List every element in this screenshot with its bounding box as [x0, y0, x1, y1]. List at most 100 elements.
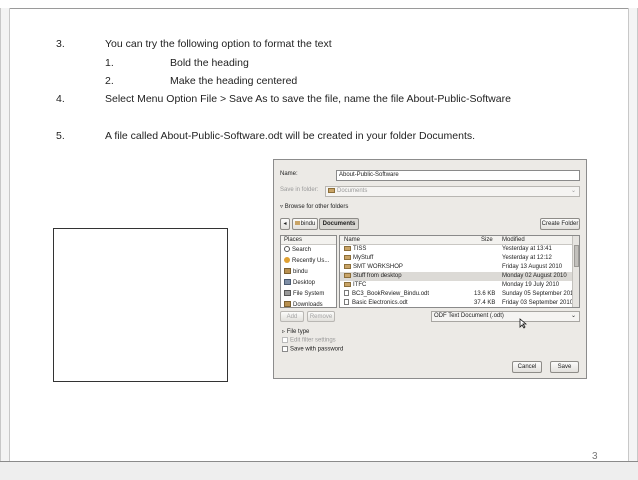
place-label: Downloads	[293, 302, 323, 308]
top-rule	[0, 8, 638, 9]
file-modified: Yesterday at 13:41	[502, 246, 552, 252]
save-dialog: Name: About-Public-Software Save in fold…	[273, 159, 587, 379]
edit-filter-label: Edit filter settings	[290, 337, 336, 344]
place-item-filesystem[interactable]: File System	[281, 289, 336, 300]
item-number: 3.	[56, 38, 65, 50]
browse-expander[interactable]: ▿ Browse for other folders	[280, 203, 348, 210]
folder-icon	[344, 254, 351, 260]
save-in-label: Save in folder:	[280, 187, 319, 193]
home-folder-icon	[284, 268, 291, 275]
chevron-down-icon: ⌄	[570, 313, 576, 319]
name-label: Name:	[280, 171, 298, 177]
expander-open-icon: ▿	[280, 204, 284, 210]
file-name: TISS	[353, 246, 367, 252]
create-folder-button[interactable]: Create Folder	[540, 218, 580, 230]
blank-placeholder-box	[53, 228, 228, 382]
path-back-button[interactable]: ◂	[280, 218, 290, 230]
folder-icon	[344, 263, 351, 269]
folder-icon	[344, 272, 351, 278]
file-name: MyStuff	[353, 255, 374, 261]
item-text: Select Menu Option File > Save As to sav…	[105, 93, 511, 105]
subitem-text: Bold the heading	[170, 57, 249, 69]
column-size[interactable]: Size	[481, 236, 493, 245]
place-item-recent[interactable]: Recently Us...	[281, 256, 336, 267]
column-modified[interactable]: Modified	[502, 236, 525, 245]
save-password-label: Save with password	[290, 346, 344, 353]
place-label: bindu	[293, 269, 308, 275]
folder-icon	[344, 245, 351, 251]
save-in-value: Documents	[337, 188, 368, 194]
name-input[interactable]: About-Public-Software	[336, 170, 580, 181]
path-crumb-bindu[interactable]: bindu	[292, 218, 318, 230]
drive-icon	[284, 290, 291, 297]
add-place-button[interactable]: Add	[280, 311, 304, 322]
file-list: Name Size Modified TISS Yesterday at 13:4…	[339, 235, 580, 308]
filter-value: ODF Text Document (.odt)	[434, 313, 504, 319]
file-modified: Sunday 05 September 2010	[502, 291, 577, 297]
place-label: Desktop	[293, 280, 316, 286]
left-scroll-bar	[0, 8, 10, 467]
file-modified: Friday 03 September 2010	[502, 300, 574, 306]
file-name: ITFC	[353, 282, 367, 288]
file-row[interactable]: ITFC Monday 19 July 2010	[340, 281, 573, 290]
place-item-home[interactable]: bindu	[281, 267, 336, 278]
desktop-icon	[284, 279, 291, 286]
scrollbar-thumb[interactable]	[574, 245, 579, 267]
crumb-label: bindu	[300, 221, 316, 227]
file-row[interactable]: BC3_BookReview_Bindu.odt 13.6 KB Sunday 05…	[340, 290, 577, 299]
save-button[interactable]: Save	[550, 361, 579, 373]
item-text: A file called About-Public-Software.odt …	[105, 130, 476, 142]
right-scroll-bar	[628, 8, 638, 467]
filter-combo[interactable]: ODF Text Document (.odt) ⌄	[431, 311, 580, 322]
item-number: 5.	[56, 130, 65, 142]
place-item-desktop[interactable]: Desktop	[281, 278, 336, 289]
cancel-button[interactable]: Cancel	[512, 361, 542, 373]
place-label: File System	[293, 291, 325, 297]
checkbox-icon	[282, 337, 288, 343]
column-name[interactable]: Name	[344, 236, 360, 245]
document-icon	[344, 290, 349, 297]
mouse-cursor-icon	[519, 318, 527, 329]
file-row[interactable]: TISS Yesterday at 13:41	[340, 245, 573, 254]
file-modified: Friday 13 August 2010	[502, 264, 563, 270]
place-item-downloads[interactable]: Downloads	[281, 300, 336, 311]
file-row[interactable]: MyStuff Yesterday at 12:12	[340, 254, 573, 263]
file-name: BC3_BookReview_Bindu.odt	[352, 291, 430, 297]
file-type-label: File type	[286, 329, 310, 335]
footer-band	[0, 461, 638, 480]
places-panel: Places Search Recently Us... bindu Deskt…	[280, 235, 337, 308]
file-modified: Monday 02 August 2010	[502, 273, 567, 279]
search-icon	[284, 246, 290, 253]
file-list-scrollbar[interactable]	[572, 236, 579, 307]
item-text: You can try the following option to form…	[105, 38, 332, 50]
file-row[interactable]: Stuff from desktop Monday 02 August 2010	[340, 272, 573, 281]
folder-icon	[328, 187, 335, 193]
folder-icon	[344, 281, 351, 287]
file-row[interactable]: Basic Electronics.odt 37.4 KB Friday 03 Se…	[340, 299, 573, 308]
document-icon	[344, 299, 349, 306]
places-header[interactable]: Places	[281, 236, 336, 245]
file-list-header: Name Size Modified	[340, 236, 573, 245]
place-label: Recently Us...	[292, 258, 330, 264]
file-name: Stuff from desktop	[353, 273, 402, 279]
file-size: 37.4 KB	[474, 300, 496, 306]
place-label: Search	[292, 247, 312, 253]
file-row[interactable]: SMT WORKSHOP Friday 13 August 2010	[340, 263, 573, 272]
clock-icon	[284, 257, 290, 264]
subitem-number: 2.	[105, 75, 114, 87]
checkbox-icon	[282, 346, 288, 352]
downloads-folder-icon	[284, 301, 291, 308]
place-item-search[interactable]: Search	[281, 245, 336, 256]
save-in-combo[interactable]: Documents ⌄	[325, 186, 580, 197]
item-number: 4.	[56, 93, 65, 105]
edit-filter-checkbox[interactable]: Edit filter settings	[282, 337, 336, 344]
save-password-checkbox[interactable]: Save with password	[282, 346, 343, 353]
remove-place-button[interactable]: Remove	[307, 311, 335, 322]
path-crumb-documents[interactable]: Documents	[319, 218, 359, 230]
subitem-number: 1.	[105, 57, 114, 69]
file-modified: Monday 19 July 2010	[502, 282, 560, 288]
file-type-expander[interactable]: ▹ File type	[282, 328, 309, 335]
file-size: 13.6 KB	[474, 291, 496, 297]
subitem-text: Make the heading centered	[170, 75, 298, 87]
chevron-down-icon: ⌄	[570, 188, 576, 194]
